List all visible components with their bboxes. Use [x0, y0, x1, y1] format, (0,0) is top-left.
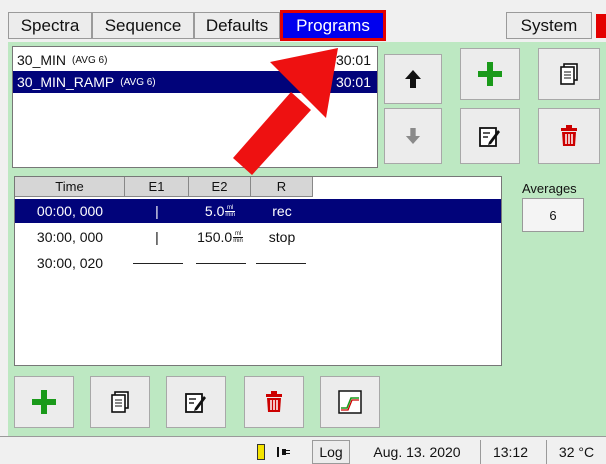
- flow-unit: ml min: [233, 231, 243, 244]
- program-steps-table[interactable]: Time E1 E2 R 00:00, 000 | 5.0 ml min rec …: [14, 176, 502, 366]
- cell-r: stop: [268, 229, 296, 245]
- cell-e2-value: 5.0: [204, 203, 225, 219]
- empty-dash: [133, 262, 183, 264]
- cell-r-empty: [253, 251, 309, 275]
- status-temperature: 32 °C: [546, 440, 606, 464]
- cell-e2: 150.0 ml min: [189, 225, 251, 249]
- log-button[interactable]: Log: [312, 440, 350, 464]
- copy-icon: [560, 63, 578, 85]
- tab-programs-label: Programs: [296, 15, 370, 35]
- gradient-chart-button[interactable]: [320, 376, 380, 428]
- cell-e2: 5.0 ml min: [189, 199, 251, 223]
- averages-label: Averages: [522, 181, 577, 196]
- program-list-item-selected[interactable]: 30_MIN_RAMP (AVG 6) 30:01: [13, 71, 377, 93]
- plus-icon: [32, 390, 56, 414]
- empty-dash: [196, 262, 246, 264]
- flow-unit: ml min: [225, 205, 236, 218]
- unit-denominator: min: [233, 236, 243, 244]
- edit-icon: [185, 393, 206, 413]
- tab-system[interactable]: System: [506, 12, 592, 39]
- program-list[interactable]: 30_MIN (AVG 6) 30:01 30_MIN_RAMP (AVG 6)…: [12, 46, 378, 168]
- column-header-r[interactable]: R: [251, 177, 313, 197]
- cell-time: 00:00, 000: [36, 203, 104, 219]
- plus-icon: [478, 62, 502, 86]
- battery-icon: [257, 444, 265, 460]
- program-duration: 30:01: [335, 74, 371, 90]
- add-step-button[interactable]: [14, 376, 74, 428]
- program-name: 30_MIN: [17, 52, 67, 68]
- cell-e1-empty: [130, 251, 186, 275]
- edit-icon: [479, 127, 500, 147]
- table-row[interactable]: 00:00, 000 | 5.0 ml min rec: [15, 199, 501, 223]
- column-header-time[interactable]: Time: [15, 177, 125, 197]
- power-indicator: [274, 440, 294, 464]
- cell-time: 30:00, 000: [36, 229, 104, 245]
- cell-e2-empty: [193, 251, 249, 275]
- column-header-e2[interactable]: E2: [189, 177, 251, 197]
- battery-indicator: [254, 440, 268, 464]
- tab-programs[interactable]: Programs: [280, 10, 386, 41]
- program-duration: 30:01: [335, 52, 371, 68]
- tab-spectra-label: Spectra: [20, 15, 80, 35]
- delete-program-button[interactable]: [538, 108, 600, 164]
- program-averages: (AVG 6): [120, 76, 156, 88]
- column-header-e1[interactable]: E1: [125, 177, 189, 197]
- empty-dash: [256, 262, 306, 264]
- plug-icon: [277, 447, 290, 457]
- table-row[interactable]: 30:00, 020: [15, 251, 501, 275]
- unit-denominator: min: [225, 210, 236, 218]
- program-name: 30_MIN_RAMP: [17, 74, 115, 90]
- cell-e2-value: 150.0: [197, 229, 233, 245]
- status-bar: Log Aug. 13. 2020 13:12 32 °C: [0, 436, 606, 464]
- cell-e1: |: [155, 229, 159, 245]
- averages-input[interactable]: 6: [522, 198, 584, 232]
- arrow-up-icon: [405, 70, 421, 88]
- program-list-item[interactable]: 30_MIN (AVG 6) 30:01: [13, 49, 377, 71]
- move-down-button[interactable]: [384, 108, 442, 164]
- cell-r: rec: [272, 203, 292, 219]
- cell-time: 30:00, 020: [36, 255, 104, 271]
- chart-icon: [338, 390, 362, 414]
- copy-icon: [111, 391, 129, 413]
- tab-spectra[interactable]: Spectra: [8, 12, 92, 39]
- edit-program-button[interactable]: [460, 108, 520, 164]
- edit-step-button[interactable]: [166, 376, 226, 428]
- status-time: 13:12: [480, 440, 540, 464]
- program-averages: (AVG 6): [72, 54, 108, 66]
- move-up-button[interactable]: [384, 54, 442, 104]
- add-program-button[interactable]: [460, 48, 520, 100]
- delete-step-button[interactable]: [244, 376, 304, 428]
- arrow-down-icon: [405, 128, 421, 144]
- copy-step-button[interactable]: [90, 376, 150, 428]
- tab-sequence-label: Sequence: [104, 15, 182, 35]
- trash-icon: [561, 125, 577, 146]
- tab-system-label: System: [520, 15, 578, 35]
- status-date: Aug. 13. 2020: [373, 444, 461, 460]
- alert-indicator[interactable]: [596, 14, 606, 38]
- tab-sequence[interactable]: Sequence: [92, 12, 194, 39]
- tab-defaults-label: Defaults: [205, 15, 269, 35]
- cell-e1: |: [155, 203, 159, 219]
- tab-defaults[interactable]: Defaults: [194, 12, 280, 39]
- copy-program-button[interactable]: [538, 48, 600, 100]
- tab-bar: Spectra Sequence Defaults Programs Syste…: [0, 0, 606, 42]
- table-row[interactable]: 30:00, 000 | 150.0 ml min stop: [15, 225, 501, 249]
- trash-icon: [266, 391, 282, 412]
